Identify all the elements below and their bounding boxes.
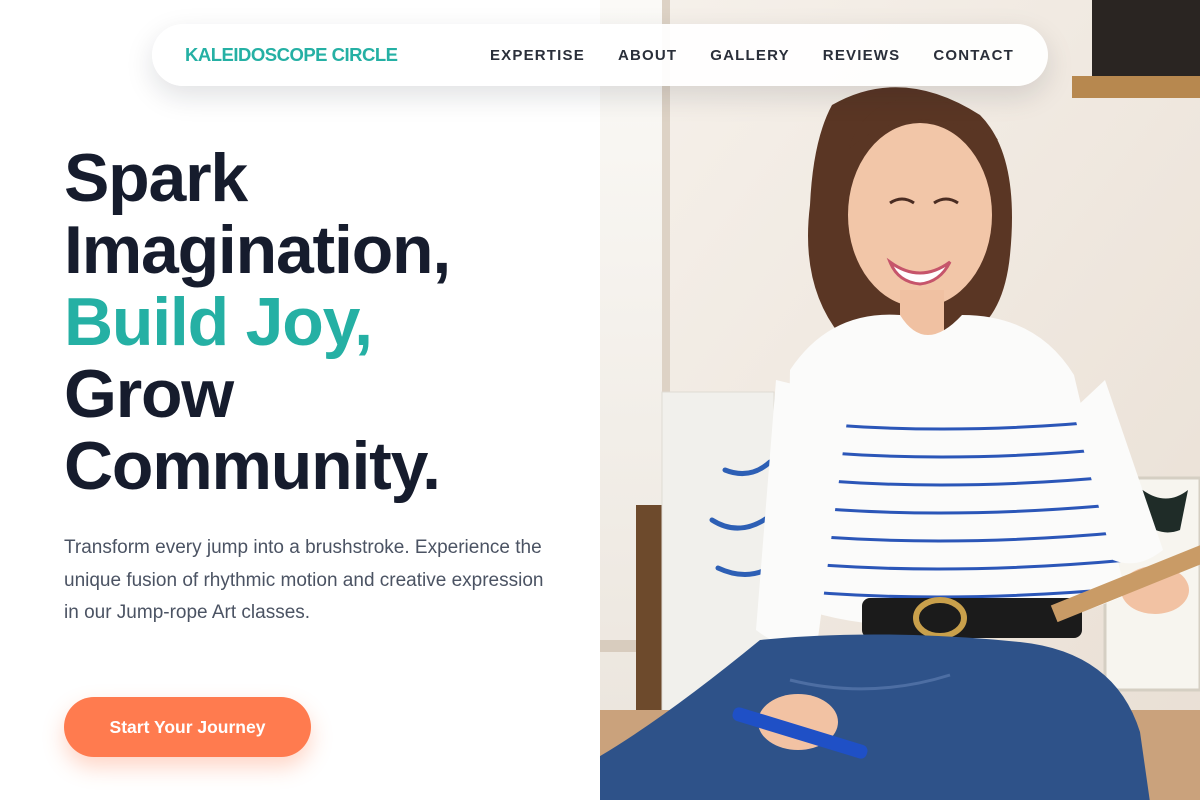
headline-line-4: Grow [64, 356, 234, 432]
headline-line-3-accent: Build Joy, [64, 284, 373, 360]
nav-item-reviews[interactable]: REVIEWS [823, 47, 901, 64]
nav-item-contact[interactable]: CONTACT [933, 47, 1014, 64]
headline-line-2: Imagination, [64, 212, 451, 288]
headline-line-5: Community. [64, 428, 441, 504]
nav-item-about[interactable]: ABOUT [618, 47, 677, 64]
hero-headline: Spark Imagination, Build Joy, Grow Commu… [64, 142, 584, 502]
hero-section: Spark Imagination, Build Joy, Grow Commu… [64, 142, 584, 757]
hero-photo [600, 0, 1200, 800]
headline-line-1: Spark [64, 140, 248, 216]
hero-description: Transform every jump into a brushstroke.… [64, 537, 544, 623]
hero-photo-illustration [600, 0, 1200, 800]
nav-menu: EXPERTISE ABOUT GALLERY REVIEWS CONTACT [490, 47, 1014, 64]
nav-item-expertise[interactable]: EXPERTISE [490, 47, 585, 64]
brand-logo[interactable]: KALEIDOSCOPE CIRCLE [185, 44, 398, 66]
start-journey-button[interactable]: Start Your Journey [64, 697, 311, 757]
site-navbar: KALEIDOSCOPE CIRCLE EXPERTISE ABOUT GALL… [152, 24, 1048, 86]
nav-item-gallery[interactable]: GALLERY [710, 47, 790, 64]
